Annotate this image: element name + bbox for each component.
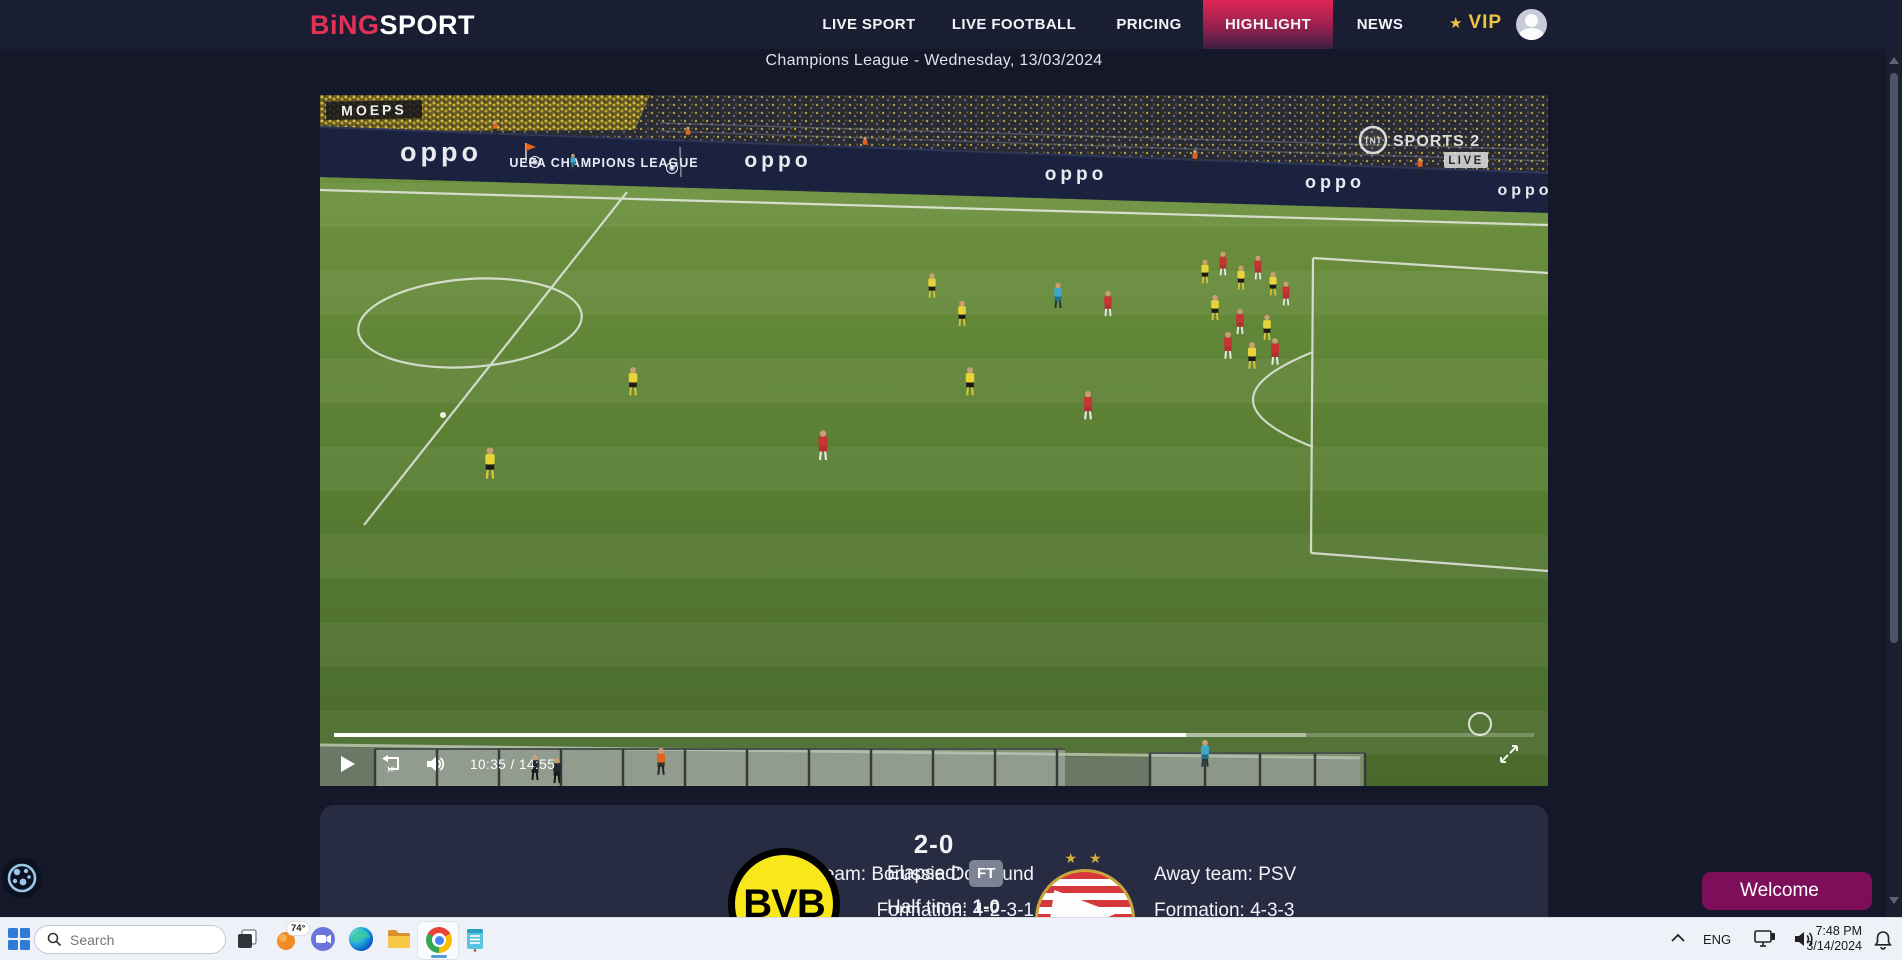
weather-widget-button[interactable]: 74°	[274, 921, 311, 953]
chrome-icon	[426, 927, 452, 953]
edge-button[interactable]	[348, 926, 375, 953]
progress-fill	[334, 733, 1186, 737]
half-time-label: Half time:	[887, 897, 968, 918]
elapsed-badge: FT	[968, 860, 1004, 887]
clock-date: 3/14/2024	[1806, 939, 1862, 953]
windows-taskbar: 74°	[0, 917, 1902, 960]
ad-board-oppo: oppo	[1045, 164, 1107, 185]
taskbar-search[interactable]	[34, 925, 226, 954]
away-team-label: Away team: PSV	[1154, 864, 1297, 885]
site-logo[interactable]: BiNGSPORT	[310, 10, 475, 41]
volume-button[interactable]	[426, 755, 446, 773]
match-status: Elapsed: FT Half time: 1-0	[887, 860, 1004, 919]
tnt-logo: TNT	[1364, 136, 1382, 146]
folder-icon	[388, 930, 410, 948]
chat-button[interactable]	[310, 926, 337, 953]
scroll-down-arrow[interactable]	[1889, 897, 1899, 904]
away-team-info: Away team: PSV Formation: 4-3-3	[1154, 863, 1296, 922]
search-input[interactable]	[70, 931, 210, 948]
time-display: 10:35 / 14:55	[470, 756, 556, 772]
edge-icon	[349, 927, 373, 951]
nav-item-pricing[interactable]: PRICING	[1116, 0, 1181, 49]
half-time-value: 1-0	[972, 897, 1000, 918]
vip-label: VIP	[1468, 12, 1503, 33]
page-scrollbar[interactable]	[1886, 49, 1902, 917]
logo-primary: BiNG	[310, 10, 380, 40]
user-avatar[interactable]	[1516, 9, 1547, 40]
video-progress-bar[interactable]	[334, 733, 1534, 737]
fan-banner: MOEPS	[325, 100, 423, 120]
film-reel-icon	[7, 863, 37, 893]
nav-item-live-football[interactable]: LIVE FOOTBALL	[952, 0, 1076, 49]
avatar-body	[1519, 28, 1544, 40]
vip-button[interactable]: ★ VIP	[1449, 12, 1502, 34]
nav-item-live-sport[interactable]: LIVE SPORT	[822, 0, 915, 49]
scroll-up-arrow[interactable]	[1889, 57, 1899, 64]
play-button[interactable]	[340, 755, 356, 773]
bell-icon	[1874, 931, 1892, 950]
score: 2-0	[913, 829, 955, 859]
elapsed-label: Elapsed:	[887, 863, 961, 884]
support-widget-button[interactable]	[2, 858, 42, 898]
chevron-up-icon	[1671, 933, 1685, 942]
network-icon	[1754, 930, 1775, 947]
desktop: BiNGSPORT LIVE SPORT LIVE FOOTBALL PRICI…	[0, 0, 1902, 960]
logo-secondary: SPORT	[379, 10, 476, 40]
chrome-button-active[interactable]	[417, 921, 459, 960]
chat-video-icon	[311, 927, 335, 951]
live-badge: LIVE	[1448, 155, 1484, 167]
watermark-text: SPORTS 2	[1393, 133, 1480, 150]
svg-text:MOEPS: MOEPS	[341, 101, 407, 118]
taskbar-clock[interactable]: 7:48 PM 3/14/2024	[1800, 924, 1862, 954]
star-icon: ★	[1449, 15, 1463, 32]
notifications-button[interactable]	[1872, 929, 1899, 956]
network-button[interactable]	[1753, 929, 1780, 956]
rewind-10-button[interactable]: 10	[380, 754, 402, 774]
temperature-badge: 74°	[286, 921, 311, 936]
ad-board-oppo: oppo	[744, 149, 811, 172]
nav-item-highlight[interactable]: HIGHLIGHT	[1203, 0, 1333, 49]
welcome-toast[interactable]: Welcome	[1702, 872, 1872, 910]
site-navbar: BiNGSPORT LIVE SPORT LIVE FOOTBALL PRICI…	[0, 0, 1902, 49]
nav-item-news[interactable]: NEWS	[1357, 0, 1404, 49]
avatar-head	[1525, 14, 1538, 27]
ad-board-oppo: oppo	[1305, 172, 1365, 192]
notepad-icon	[467, 929, 483, 952]
hidden-icons-button[interactable]	[1670, 930, 1697, 957]
notepad-button[interactable]	[462, 926, 489, 953]
task-view-button[interactable]	[234, 926, 261, 953]
language-indicator[interactable]: ENG	[1703, 932, 1731, 947]
windows-logo-icon	[8, 928, 30, 950]
ball	[440, 412, 446, 418]
ad-board-oppo: oppo	[1497, 182, 1548, 199]
scrollbar-thumb[interactable]	[1890, 73, 1898, 643]
match-video-frame: MOEPS oppo UEFA CHAMPIONS LEAGUE oppo op…	[320, 95, 1548, 786]
match-subtitle: Champions League - Wednesday, 13/03/2024	[765, 52, 1103, 69]
active-app-indicator	[431, 955, 447, 958]
fullscreen-button[interactable]	[1498, 743, 1520, 770]
svg-text:10: 10	[387, 767, 395, 774]
search-icon	[47, 932, 62, 947]
ad-board-oppo: oppo	[400, 137, 482, 167]
clock-time: 7:48 PM	[1815, 924, 1862, 938]
task-view-icon	[238, 929, 257, 948]
player-controls: 10 10:35 / 14:55	[340, 754, 555, 774]
file-explorer-button[interactable]	[386, 926, 413, 953]
video-player[interactable]: MOEPS oppo UEFA CHAMPIONS LEAGUE oppo op…	[320, 95, 1548, 786]
start-button[interactable]	[6, 926, 33, 953]
away-team-stars: ★ ★	[1064, 850, 1106, 866]
